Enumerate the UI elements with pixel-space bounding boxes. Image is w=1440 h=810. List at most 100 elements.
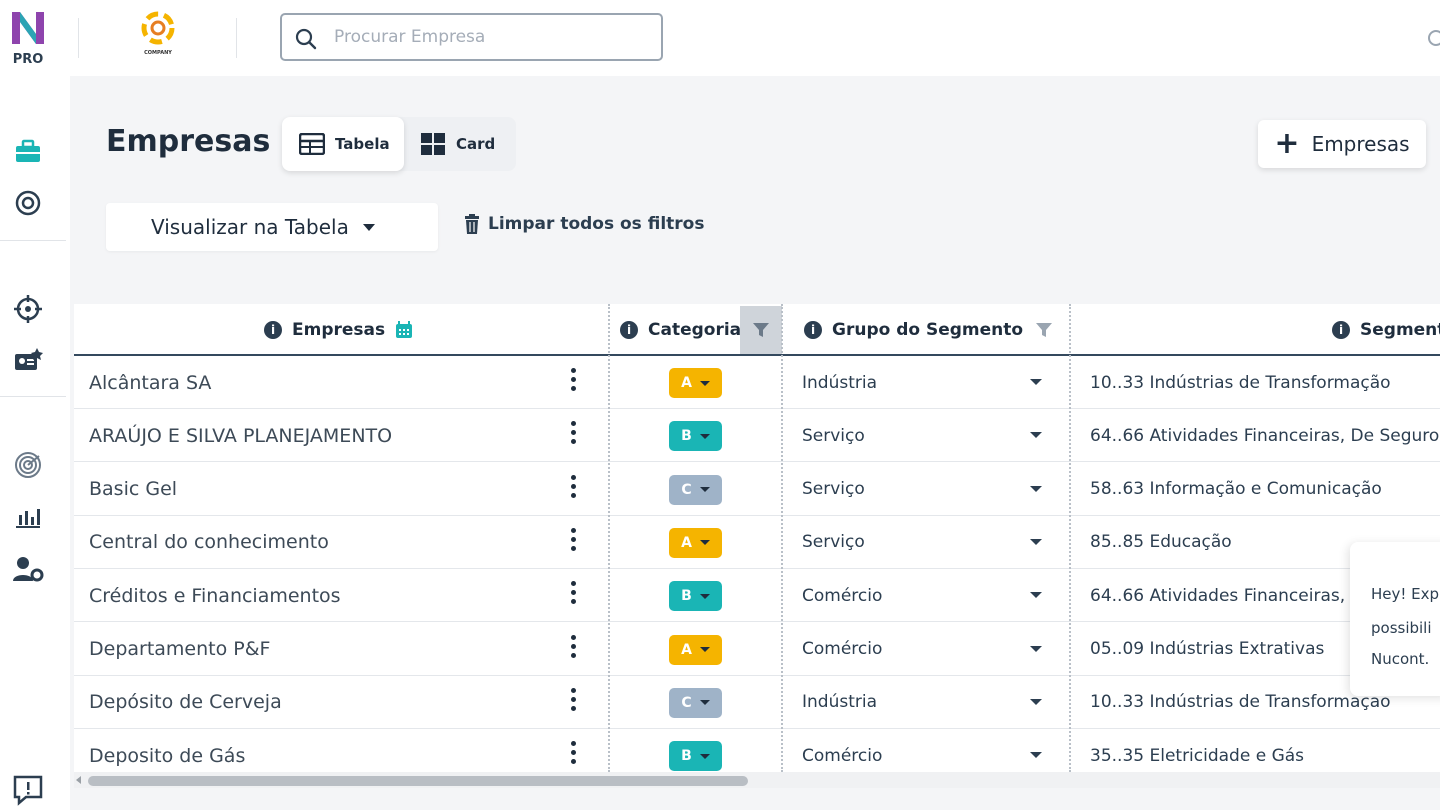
caret-down-icon bbox=[699, 433, 710, 439]
table-row[interactable]: Créditos e Financiamentos B Comércio 64..66… bbox=[74, 569, 1440, 623]
bar-chart-icon[interactable] bbox=[11, 500, 45, 534]
categoria-filter-button[interactable] bbox=[740, 306, 782, 354]
caret-down-icon bbox=[699, 753, 710, 759]
more-options-icon[interactable] bbox=[571, 527, 577, 556]
scroll-left-arrow-icon[interactable] bbox=[76, 776, 81, 784]
tab-card-view[interactable]: Card bbox=[420, 117, 516, 171]
plus-icon: + bbox=[1274, 126, 1300, 161]
add-company-button[interactable]: + Empresas bbox=[1258, 120, 1426, 168]
tab-table-label: Tabela bbox=[335, 135, 390, 153]
filter-icon[interactable] bbox=[1035, 321, 1053, 339]
caret-down-icon bbox=[362, 223, 375, 231]
column-header-empresas[interactable]: i Empresas bbox=[264, 304, 413, 356]
segment-value: 35..35 Eletricidade e Gás bbox=[1090, 745, 1305, 766]
more-options-icon[interactable] bbox=[571, 368, 577, 396]
table-row[interactable]: Depósito de Cerveja C Indústria 10..33 Indú… bbox=[74, 676, 1440, 729]
filter-icon bbox=[753, 323, 769, 337]
column-divider bbox=[608, 304, 610, 772]
pro-badge: PRO bbox=[12, 52, 44, 67]
category-dropdown[interactable]: A bbox=[669, 527, 722, 558]
segment-value: 10..33 Indústrias de Transformação bbox=[1090, 372, 1391, 393]
more-options-icon[interactable] bbox=[571, 741, 577, 769]
category-dropdown[interactable]: A bbox=[669, 634, 722, 665]
company-name[interactable]: Departamento P&F bbox=[89, 623, 559, 676]
caret-down-icon[interactable] bbox=[1030, 645, 1042, 652]
segment-group-value[interactable]: Comércio bbox=[802, 729, 1042, 772]
company-name[interactable]: Basic Gel bbox=[89, 463, 559, 516]
segment-group-value[interactable]: Comércio bbox=[802, 623, 1042, 676]
company-name[interactable]: Deposito de Gás bbox=[89, 729, 559, 772]
app-logo[interactable]: PRO bbox=[8, 8, 48, 68]
segment-group-value[interactable]: Comércio bbox=[802, 569, 1042, 622]
table-row[interactable]: ARAÚJO E SILVA PLANEJAMENTO B Serviço 64..6… bbox=[74, 409, 1440, 463]
user-settings-icon[interactable] bbox=[11, 552, 45, 586]
column-header-categoria[interactable]: i Categoria bbox=[620, 304, 741, 356]
briefcase-icon[interactable] bbox=[11, 135, 45, 169]
search-box[interactable] bbox=[280, 13, 663, 61]
caret-down-icon[interactable] bbox=[1030, 538, 1042, 545]
feedback-icon[interactable] bbox=[12, 774, 44, 810]
theme-toggle-icon[interactable] bbox=[1424, 26, 1440, 50]
crosshair-icon[interactable] bbox=[11, 292, 45, 326]
caret-down-icon[interactable] bbox=[1030, 485, 1042, 492]
app-logo-icon bbox=[12, 12, 44, 44]
segment-group-value[interactable]: Indústria bbox=[802, 676, 1042, 729]
category-dropdown[interactable]: C bbox=[669, 474, 722, 505]
more-options-icon[interactable] bbox=[571, 581, 577, 609]
company-caption: COMPANY bbox=[144, 50, 172, 56]
category-dropdown[interactable]: B bbox=[669, 741, 722, 772]
column-header-grupo[interactable]: i Grupo do Segmento bbox=[804, 304, 1053, 356]
tab-card-label: Card bbox=[456, 135, 496, 153]
segment-group-value[interactable]: Serviço bbox=[802, 409, 1042, 462]
company-name[interactable]: Créditos e Financiamentos bbox=[89, 569, 559, 622]
table-row[interactable]: Departamento P&F A Comércio 05..09 Indústri… bbox=[74, 623, 1440, 676]
more-options-icon[interactable] bbox=[571, 474, 577, 503]
more-options-icon[interactable] bbox=[571, 634, 577, 663]
horizontal-scrollbar[interactable] bbox=[74, 772, 1440, 788]
caret-down-icon[interactable] bbox=[1030, 592, 1042, 599]
caret-down-icon bbox=[699, 593, 710, 599]
category-dropdown[interactable]: B bbox=[669, 581, 722, 612]
caret-down-icon[interactable] bbox=[1030, 379, 1042, 385]
segment-group-value[interactable]: Indústria bbox=[802, 356, 1042, 409]
info-icon: i bbox=[264, 321, 282, 339]
category-value: B bbox=[681, 428, 692, 445]
segment-group-value[interactable]: Serviço bbox=[802, 463, 1042, 516]
column-divider bbox=[781, 304, 783, 772]
radar-icon[interactable] bbox=[11, 448, 45, 482]
company-name[interactable]: Depósito de Cerveja bbox=[89, 676, 559, 729]
search-input[interactable] bbox=[334, 23, 654, 51]
table-icon bbox=[299, 133, 325, 155]
trash-icon bbox=[465, 214, 479, 234]
table-header: i Empresas i Categoria i Grupo do Segmen… bbox=[74, 304, 1440, 356]
clear-filters-button[interactable]: Limpar todos os filtros bbox=[464, 214, 704, 234]
company-name[interactable]: ARAÚJO E SILVA PLANEJAMENTO bbox=[89, 409, 559, 462]
table-row[interactable]: Alcântara SA A Indústria 10..33 Indústrias … bbox=[74, 356, 1440, 409]
table-row[interactable]: Central do conhecimento A Serviço 85..85 Ed… bbox=[74, 516, 1440, 569]
more-options-icon[interactable] bbox=[571, 687, 577, 716]
target-icon[interactable] bbox=[11, 186, 45, 220]
company-logo[interactable]: COMPANY bbox=[134, 8, 182, 66]
table-row[interactable]: Basic Gel C Serviço 58..63 Informação e Com… bbox=[74, 463, 1440, 516]
category-dropdown[interactable]: A bbox=[669, 368, 722, 398]
segment-group-value[interactable]: Serviço bbox=[802, 516, 1042, 569]
id-card-icon[interactable] bbox=[11, 343, 45, 377]
chat-popup[interactable]: Hey! Exp possibili Nucont. bbox=[1350, 542, 1440, 696]
segment-value: 64..66 Atividades Financeiras, De Seguro… bbox=[1090, 425, 1440, 446]
company-name[interactable]: Central do conhecimento bbox=[89, 516, 559, 569]
category-dropdown[interactable]: C bbox=[669, 687, 722, 718]
table-row[interactable]: Deposito de Gás B Comércio 35..35 Eletricid… bbox=[74, 729, 1440, 772]
more-options-icon[interactable] bbox=[571, 421, 577, 449]
scrollbar-thumb[interactable] bbox=[88, 776, 748, 786]
column-header-segmento[interactable]: i Segment bbox=[1332, 304, 1440, 356]
caret-down-icon[interactable] bbox=[1030, 698, 1042, 705]
tab-table-view[interactable]: Tabela bbox=[282, 117, 404, 171]
view-mode-dropdown[interactable]: Visualizar na Tabela bbox=[106, 203, 438, 251]
caret-down-icon[interactable] bbox=[1030, 432, 1042, 439]
calendar-icon[interactable] bbox=[395, 321, 413, 339]
company-name[interactable]: Alcântara SA bbox=[89, 356, 559, 409]
category-dropdown[interactable]: B bbox=[669, 421, 722, 452]
info-icon: i bbox=[1332, 321, 1350, 339]
column-label: Empresas bbox=[292, 320, 386, 340]
caret-down-icon[interactable] bbox=[1030, 752, 1042, 759]
